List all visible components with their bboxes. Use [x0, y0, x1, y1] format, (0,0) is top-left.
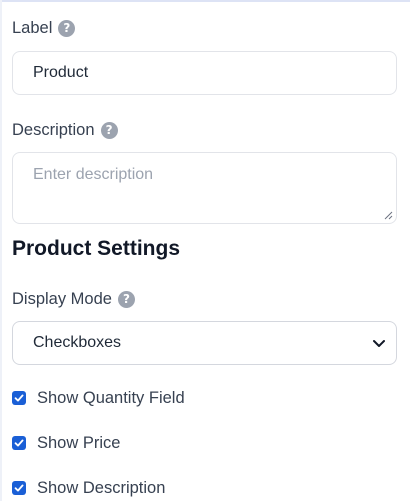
checkmark-icon: [14, 394, 24, 402]
label-input[interactable]: Product: [12, 51, 397, 95]
panel-top-border: [0, 0, 410, 2]
display-mode-selected: Checkboxes: [33, 334, 122, 351]
label-input-value: Product: [33, 64, 89, 81]
checkmark-icon: [14, 439, 24, 447]
display-mode-select[interactable]: Checkboxes: [12, 321, 397, 365]
option-label: Show Quantity Field: [37, 388, 185, 407]
checkbox-show-description[interactable]: [12, 481, 26, 495]
label-field-label: Label ?: [12, 17, 76, 39]
display-mode-label-text: Display Mode: [12, 289, 112, 308]
section-title: Product Settings: [12, 237, 181, 260]
description-field-label: Description ?: [12, 119, 118, 141]
description-textarea[interactable]: Enter description: [12, 152, 397, 224]
label-field-label-text: Label: [12, 18, 53, 37]
option-show-price[interactable]: Show Price: [12, 432, 120, 454]
checkmark-icon: [14, 484, 24, 492]
display-mode-label: Display Mode ?: [12, 288, 135, 310]
description-placeholder: Enter description: [33, 166, 154, 183]
option-show-description[interactable]: Show Description: [12, 477, 165, 499]
question-circle-icon[interactable]: ?: [58, 19, 76, 37]
question-circle-icon[interactable]: ?: [100, 121, 118, 139]
question-circle-icon[interactable]: ?: [117, 290, 135, 308]
option-label: Show Description: [37, 478, 166, 497]
description-field-label-text: Description: [12, 120, 95, 139]
resize-grip-icon[interactable]: [384, 211, 393, 220]
checkbox-show-quantity-field[interactable]: [12, 391, 26, 405]
panel-left-border: [0, 0, 2, 501]
option-label: Show Price: [37, 433, 121, 452]
chevron-down-icon: [373, 340, 385, 347]
option-show-quantity-field[interactable]: Show Quantity Field: [12, 387, 185, 409]
checkbox-show-price[interactable]: [12, 436, 26, 450]
